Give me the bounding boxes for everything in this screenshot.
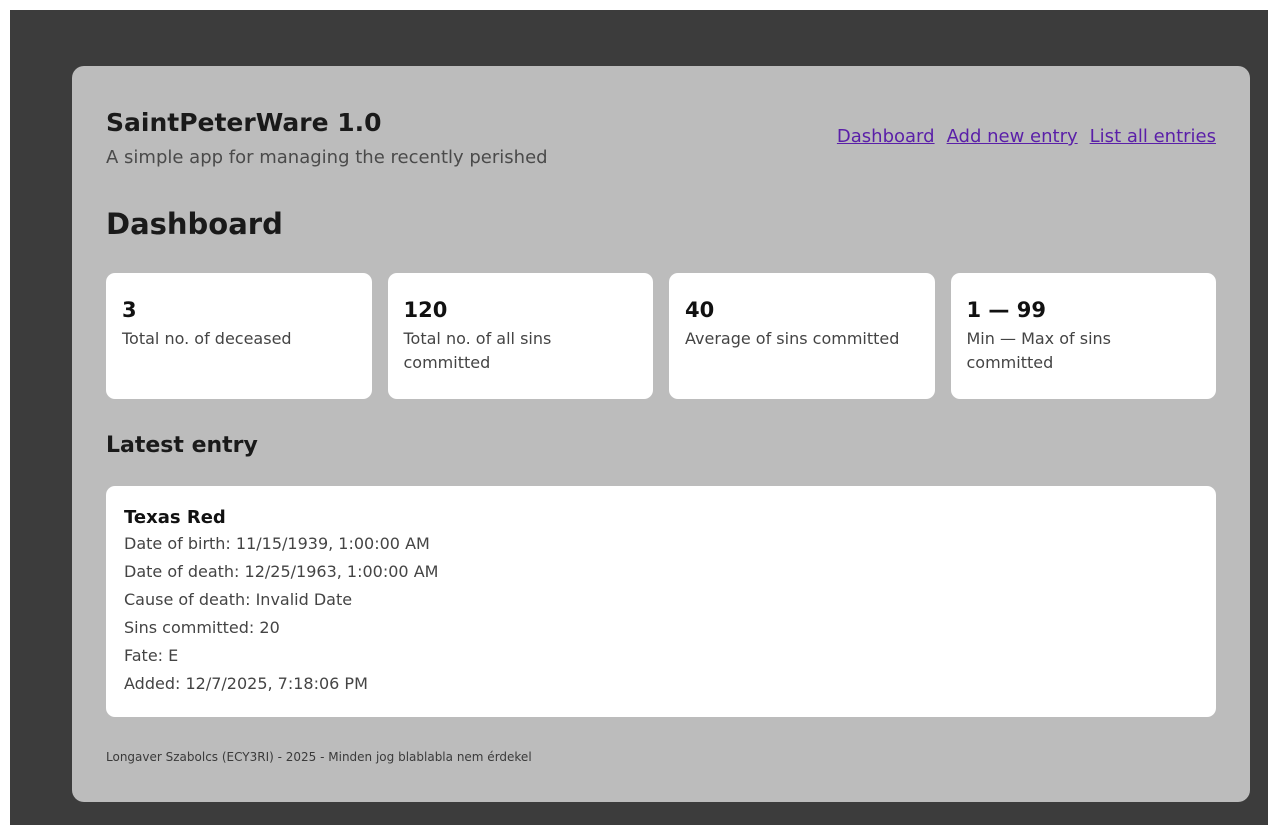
- footer-text: Longaver Szabolcs (ECY3RI) - 2025 - Mind…: [106, 750, 532, 764]
- stat-value: 3: [122, 298, 137, 322]
- entry-fate: Fate: E: [124, 646, 179, 665]
- app-subtitle: A simple app for managing the recently p…: [106, 147, 548, 168]
- main-panel: SaintPeterWare 1.0 A simple app for mana…: [72, 66, 1250, 802]
- stat-label: Average of sins committed: [685, 329, 900, 348]
- entry-date-of-death: Date of death: 12/25/1963, 1:00:00 AM: [124, 562, 439, 581]
- entry-date-of-birth: Date of birth: 11/15/1939, 1:00:00 AM: [124, 534, 430, 553]
- entry-sins-committed: Sins committed: 20: [124, 618, 280, 637]
- nav-link-list-all-entries[interactable]: List all entries: [1090, 124, 1216, 150]
- stat-value: 40: [685, 298, 715, 322]
- stat-card-total-sins: 120 Total no. of all sins committed: [387, 273, 653, 399]
- stat-card-min-max-sins: 1 — 99 Min — Max of sins committed: [950, 273, 1216, 399]
- app-backdrop: SaintPeterWare 1.0 A simple app for mana…: [10, 10, 1268, 825]
- nav-link-dashboard[interactable]: Dashboard: [837, 124, 935, 150]
- latest-entry-heading: Latest entry: [106, 433, 258, 458]
- top-nav: Dashboard Add new entry List all entries: [837, 124, 1216, 150]
- stat-value: 1 — 99: [966, 298, 1046, 322]
- stats-row: 3 Total no. of deceased 120 Total no. of…: [106, 273, 1216, 399]
- stat-label: Total no. of all sins committed: [403, 329, 552, 372]
- nav-link-add-new-entry[interactable]: Add new entry: [947, 124, 1078, 150]
- entry-added: Added: 12/7/2025, 7:18:06 PM: [124, 674, 368, 693]
- entry-name: Texas Red: [124, 507, 226, 528]
- app-title: SaintPeterWare 1.0: [106, 108, 382, 137]
- stat-card-total-deceased: 3 Total no. of deceased: [106, 273, 372, 399]
- entry-cause-of-death: Cause of death: Invalid Date: [124, 590, 353, 609]
- latest-entry-card: Texas Red Date of birth: 11/15/1939, 1:0…: [106, 486, 1216, 717]
- page-title: Dashboard: [106, 207, 283, 241]
- stat-label: Min — Max of sins committed: [966, 329, 1112, 372]
- stat-value: 120: [403, 298, 448, 322]
- stat-label: Total no. of deceased: [122, 329, 292, 348]
- stat-card-average-sins: 40 Average of sins committed: [669, 273, 935, 399]
